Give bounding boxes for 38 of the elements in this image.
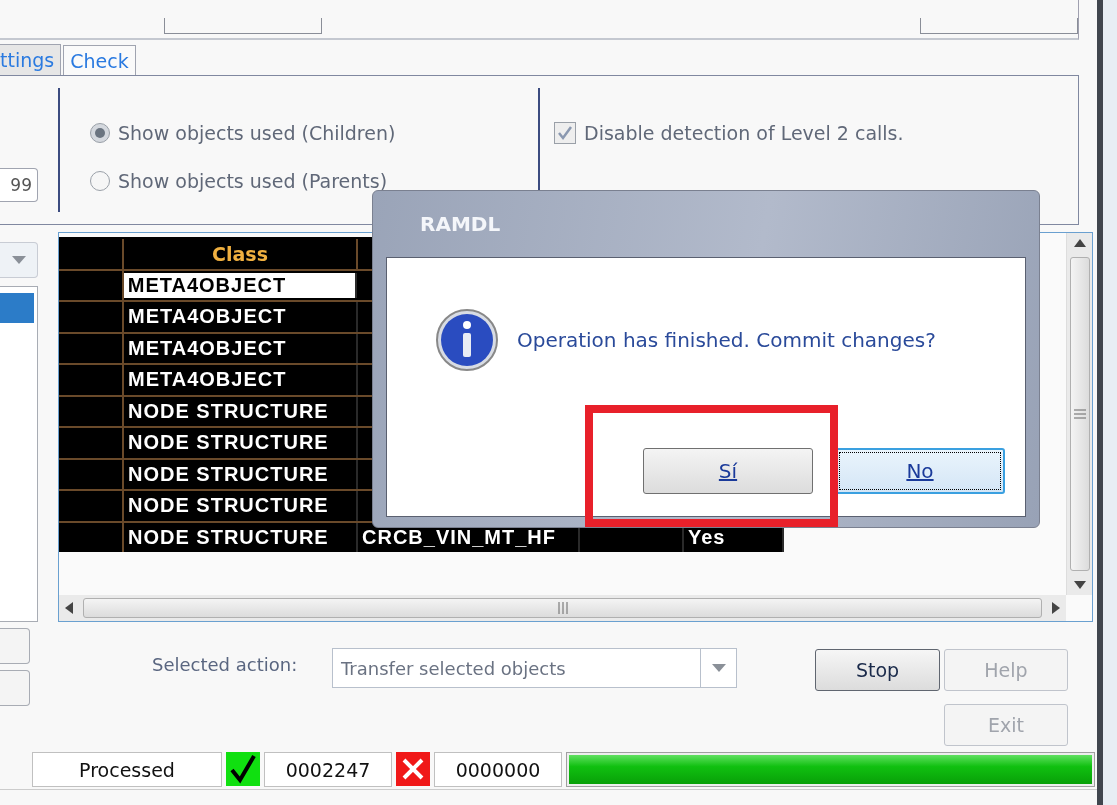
dialog-title: RAMDL <box>419 211 502 238</box>
dialog-message: Operation has finished. Commit changes? <box>517 328 936 352</box>
radio-label: Show objects used (Parents) <box>118 170 388 192</box>
tab[interactable]: Check <box>63 45 136 76</box>
table-cell: CRCB_VIN_MT_HF <box>362 525 557 549</box>
side-button[interactable] <box>0 628 30 664</box>
checkmark-icon <box>226 752 260 786</box>
scroll-thumb[interactable] <box>1069 257 1090 571</box>
left-arrow-icon[interactable] <box>65 602 73 614</box>
checkmark-icon <box>557 125 573 141</box>
scroll-thumb[interactable] <box>83 598 1042 618</box>
caret-icon <box>711 664 726 672</box>
table-cell: META4OBJECT <box>123 272 357 298</box>
dropdown[interactable] <box>0 242 38 278</box>
success-count: 0002247 <box>264 752 392 787</box>
table-cell: Yes <box>688 525 726 549</box>
horizontal-scrollbar[interactable] <box>59 595 1066 621</box>
vertical-scrollbar[interactable] <box>1066 233 1092 595</box>
action-dropdown[interactable]: Transfer selected objects <box>332 648 737 688</box>
caret-icon <box>11 256 26 264</box>
status-label: Processed <box>32 752 222 787</box>
side-button[interactable] <box>0 670 30 706</box>
down-arrow-icon[interactable] <box>1073 581 1086 589</box>
checkbox-label: Disable detection of Level 2 calls. <box>584 122 904 144</box>
grip-icon <box>556 602 569 614</box>
cross-icon <box>396 752 430 786</box>
info-icon <box>435 308 499 372</box>
dialog-button[interactable]: No <box>835 448 1005 494</box>
radio-label: Show objects used (Children) <box>118 122 396 144</box>
column-header[interactable]: Class <box>124 239 358 269</box>
grip-icon <box>1073 409 1086 419</box>
action-label: Selected action: <box>152 654 299 677</box>
dialog-button[interactable]: Sí <box>643 448 813 494</box>
up-arrow-icon[interactable] <box>1073 239 1086 247</box>
right-arrow-icon[interactable] <box>1052 602 1060 614</box>
error-count: 0000000 <box>434 752 562 787</box>
number-field[interactable]: 99 <box>0 168 38 202</box>
action-button[interactable]: Stop <box>815 649 940 691</box>
